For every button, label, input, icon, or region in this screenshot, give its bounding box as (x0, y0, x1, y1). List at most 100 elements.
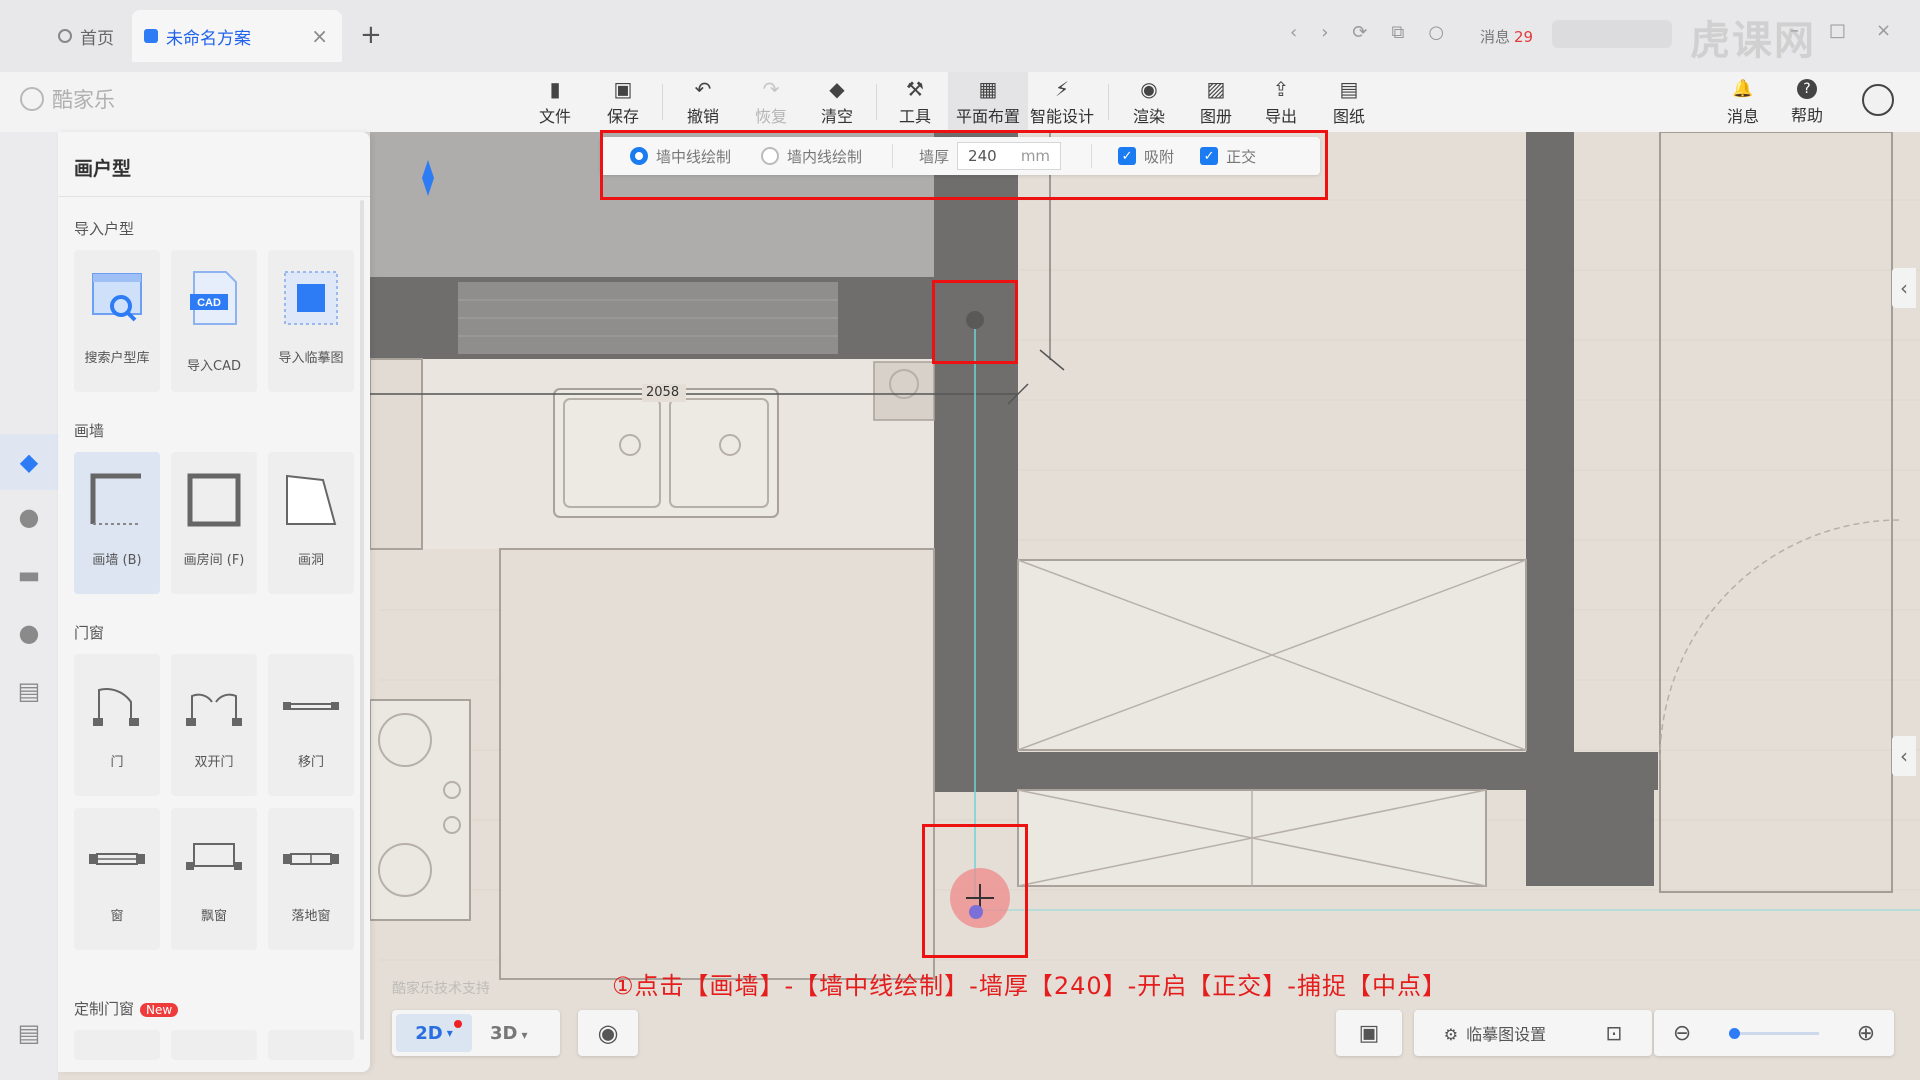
cad-badge-text: CAD (197, 297, 221, 309)
logo-icon (20, 87, 44, 111)
toolbar-album[interactable]: ▨ 图册 (1193, 72, 1239, 132)
fit-view-icon[interactable]: ⊡ (1606, 1021, 1623, 1045)
cad-file-icon: CAD (190, 271, 237, 325)
ref-settings-label: 临摹图设置 (1466, 1025, 1547, 1044)
album-icon: ▨ (1206, 76, 1226, 101)
tab-untitled-plan[interactable]: 未命名方案 × (132, 10, 342, 62)
floor-window-button[interactable]: 落地窗 (268, 808, 354, 950)
minimize-icon[interactable]: – (1790, 20, 1799, 41)
toolbar-tools[interactable]: ⚒ 工具 (892, 72, 938, 132)
toolbar-clear[interactable]: ◆ 清空 (814, 72, 860, 132)
faint-support-text: 酷家乐技术支持 (392, 981, 490, 997)
draw-opening-button[interactable]: 画洞 (268, 452, 354, 594)
user-icon[interactable]: ● (14, 618, 44, 648)
toolbar-save[interactable]: ▣ 保存 (600, 72, 646, 132)
tab-plan-label: 未命名方案 (166, 28, 251, 49)
eye-icon: ◉ (597, 1019, 619, 1047)
toolbar-floor-layout[interactable]: ▦ 平面布置 (948, 72, 1028, 132)
search-icon[interactable]: ○ (1428, 22, 1444, 43)
zoom-slider-knob[interactable] (1728, 1027, 1740, 1039)
dimension-label: 2058 (646, 385, 680, 400)
forward-icon[interactable]: › (1321, 22, 1328, 43)
maximize-icon[interactable]: □ (1829, 20, 1846, 41)
kitchen-floor (499, 548, 935, 980)
close-tab-icon[interactable]: × (311, 24, 328, 48)
zoom-slider[interactable] (1728, 1027, 1819, 1039)
item-label: 落地窗 (291, 909, 331, 924)
copy-icon[interactable]: ⧉ (1392, 22, 1405, 43)
toolbar-render[interactable]: ◉ 渲染 (1126, 72, 1172, 132)
draw-opening-icon (286, 474, 337, 525)
header-help[interactable]: ? 帮助 (1784, 72, 1830, 132)
undo-icon: ↶ (694, 76, 712, 101)
section-wall: 画墙 (74, 422, 105, 440)
toolbar-export[interactable]: ⇪ 导出 (1258, 72, 1304, 132)
highlight-cursor (922, 824, 1028, 958)
header-label: 帮助 (1790, 105, 1823, 125)
view-2d-button[interactable]: 2D ▾ (396, 1014, 472, 1052)
zoom-out-icon[interactable]: ⊖ (1673, 1021, 1691, 1046)
trace-image-icon (284, 271, 338, 325)
close-window-icon[interactable]: × (1876, 20, 1891, 41)
double-door-icon (186, 693, 242, 726)
header-messages[interactable]: 🔔 消息 (1720, 72, 1766, 132)
zoom-in-icon[interactable]: ⊕ (1857, 1021, 1875, 1046)
collapse-right-icon[interactable]: ‹ (1892, 268, 1916, 308)
custom-item[interactable] (171, 1030, 257, 1060)
list-icon[interactable]: ▤ (14, 1018, 44, 1048)
cabinet-icon[interactable]: ▤ (14, 676, 44, 706)
lightbulb-icon[interactable]: ● (14, 502, 44, 532)
import-trace-image[interactable]: 导入临摹图 (268, 250, 354, 392)
view-3d-label: 3D (490, 1022, 518, 1044)
toolbar-redo[interactable]: ↷ 恢复 (748, 72, 794, 132)
refresh-icon[interactable]: ⟳ (1352, 22, 1367, 43)
drawing-icon: ▤ (1339, 76, 1359, 101)
browser-messages[interactable]: 消息 29 (1480, 26, 1533, 47)
save-icon: ▣ (613, 76, 633, 101)
search-floorplan-library[interactable]: 搜索户型库 (74, 250, 160, 392)
item-label: 窗 (110, 909, 124, 924)
toolbar-undo[interactable]: ↶ 撤销 (680, 72, 726, 132)
sink (553, 388, 779, 518)
visibility-button[interactable]: ◉ (578, 1010, 638, 1056)
panel-scrollbar[interactable] (360, 200, 364, 1040)
lock-icon: ▣ (1358, 1020, 1380, 1046)
sliding-door-button[interactable]: 移门 (268, 654, 354, 796)
sofa-icon[interactable]: ▬ (14, 560, 44, 590)
highlight-midpoint (932, 280, 1018, 364)
view-mode-switch: 2D ▾ 3D ▾ (392, 1010, 560, 1056)
double-door-button[interactable]: 双开门 (171, 654, 257, 796)
view-2d-label: 2D (415, 1022, 443, 1044)
door-button[interactable]: 门 (74, 654, 160, 796)
draw-room-button[interactable]: 画房间 (F) (171, 452, 257, 594)
bay-window-button[interactable]: 飘窗 (171, 808, 257, 950)
collapse-right-icon[interactable]: ‹ (1892, 736, 1916, 776)
lightning-icon: ⚡ (1054, 76, 1070, 101)
lock-button[interactable]: ▣ (1336, 1010, 1402, 1056)
toolbar-separator (876, 84, 877, 120)
section-import: 导入户型 (74, 220, 135, 238)
toolbar-smart-design[interactable]: ⚡ 智能设计 (1030, 72, 1094, 132)
eraser-icon: ◆ (829, 76, 845, 101)
app-logo: 酷家乐 (20, 84, 115, 114)
avatar[interactable] (1862, 84, 1894, 116)
import-cad[interactable]: CAD 导入CAD (171, 250, 257, 392)
toolbar-label: 撤销 (686, 106, 719, 126)
new-tab-button[interactable]: + (360, 20, 382, 50)
floorplan-layers-icon[interactable]: ◆ (0, 434, 58, 490)
search-library-icon (92, 273, 142, 322)
new-badge: New (140, 1003, 179, 1017)
reference-settings-button[interactable]: ⚙ 临摹图设置 (1444, 1021, 1546, 1045)
tab-home[interactable]: 首页 (58, 10, 114, 62)
custom-item[interactable] (74, 1030, 160, 1060)
toolbar-drawings[interactable]: ▤ 图纸 (1326, 72, 1372, 132)
wrench-icon: ⚒ (906, 76, 924, 101)
highlight-options (600, 130, 1328, 200)
window-button[interactable]: 窗 (74, 808, 160, 950)
back-icon[interactable]: ‹ (1290, 22, 1297, 43)
toolbar-file[interactable]: ▮ 文件 (532, 72, 578, 132)
reference-settings: ⚙ 临摹图设置 ⊡ (1414, 1010, 1652, 1056)
custom-item[interactable] (268, 1030, 354, 1060)
view-3d-button[interactable]: 3D ▾ (490, 1023, 528, 1044)
draw-wall-button[interactable]: 画墙 (B) (74, 452, 160, 594)
